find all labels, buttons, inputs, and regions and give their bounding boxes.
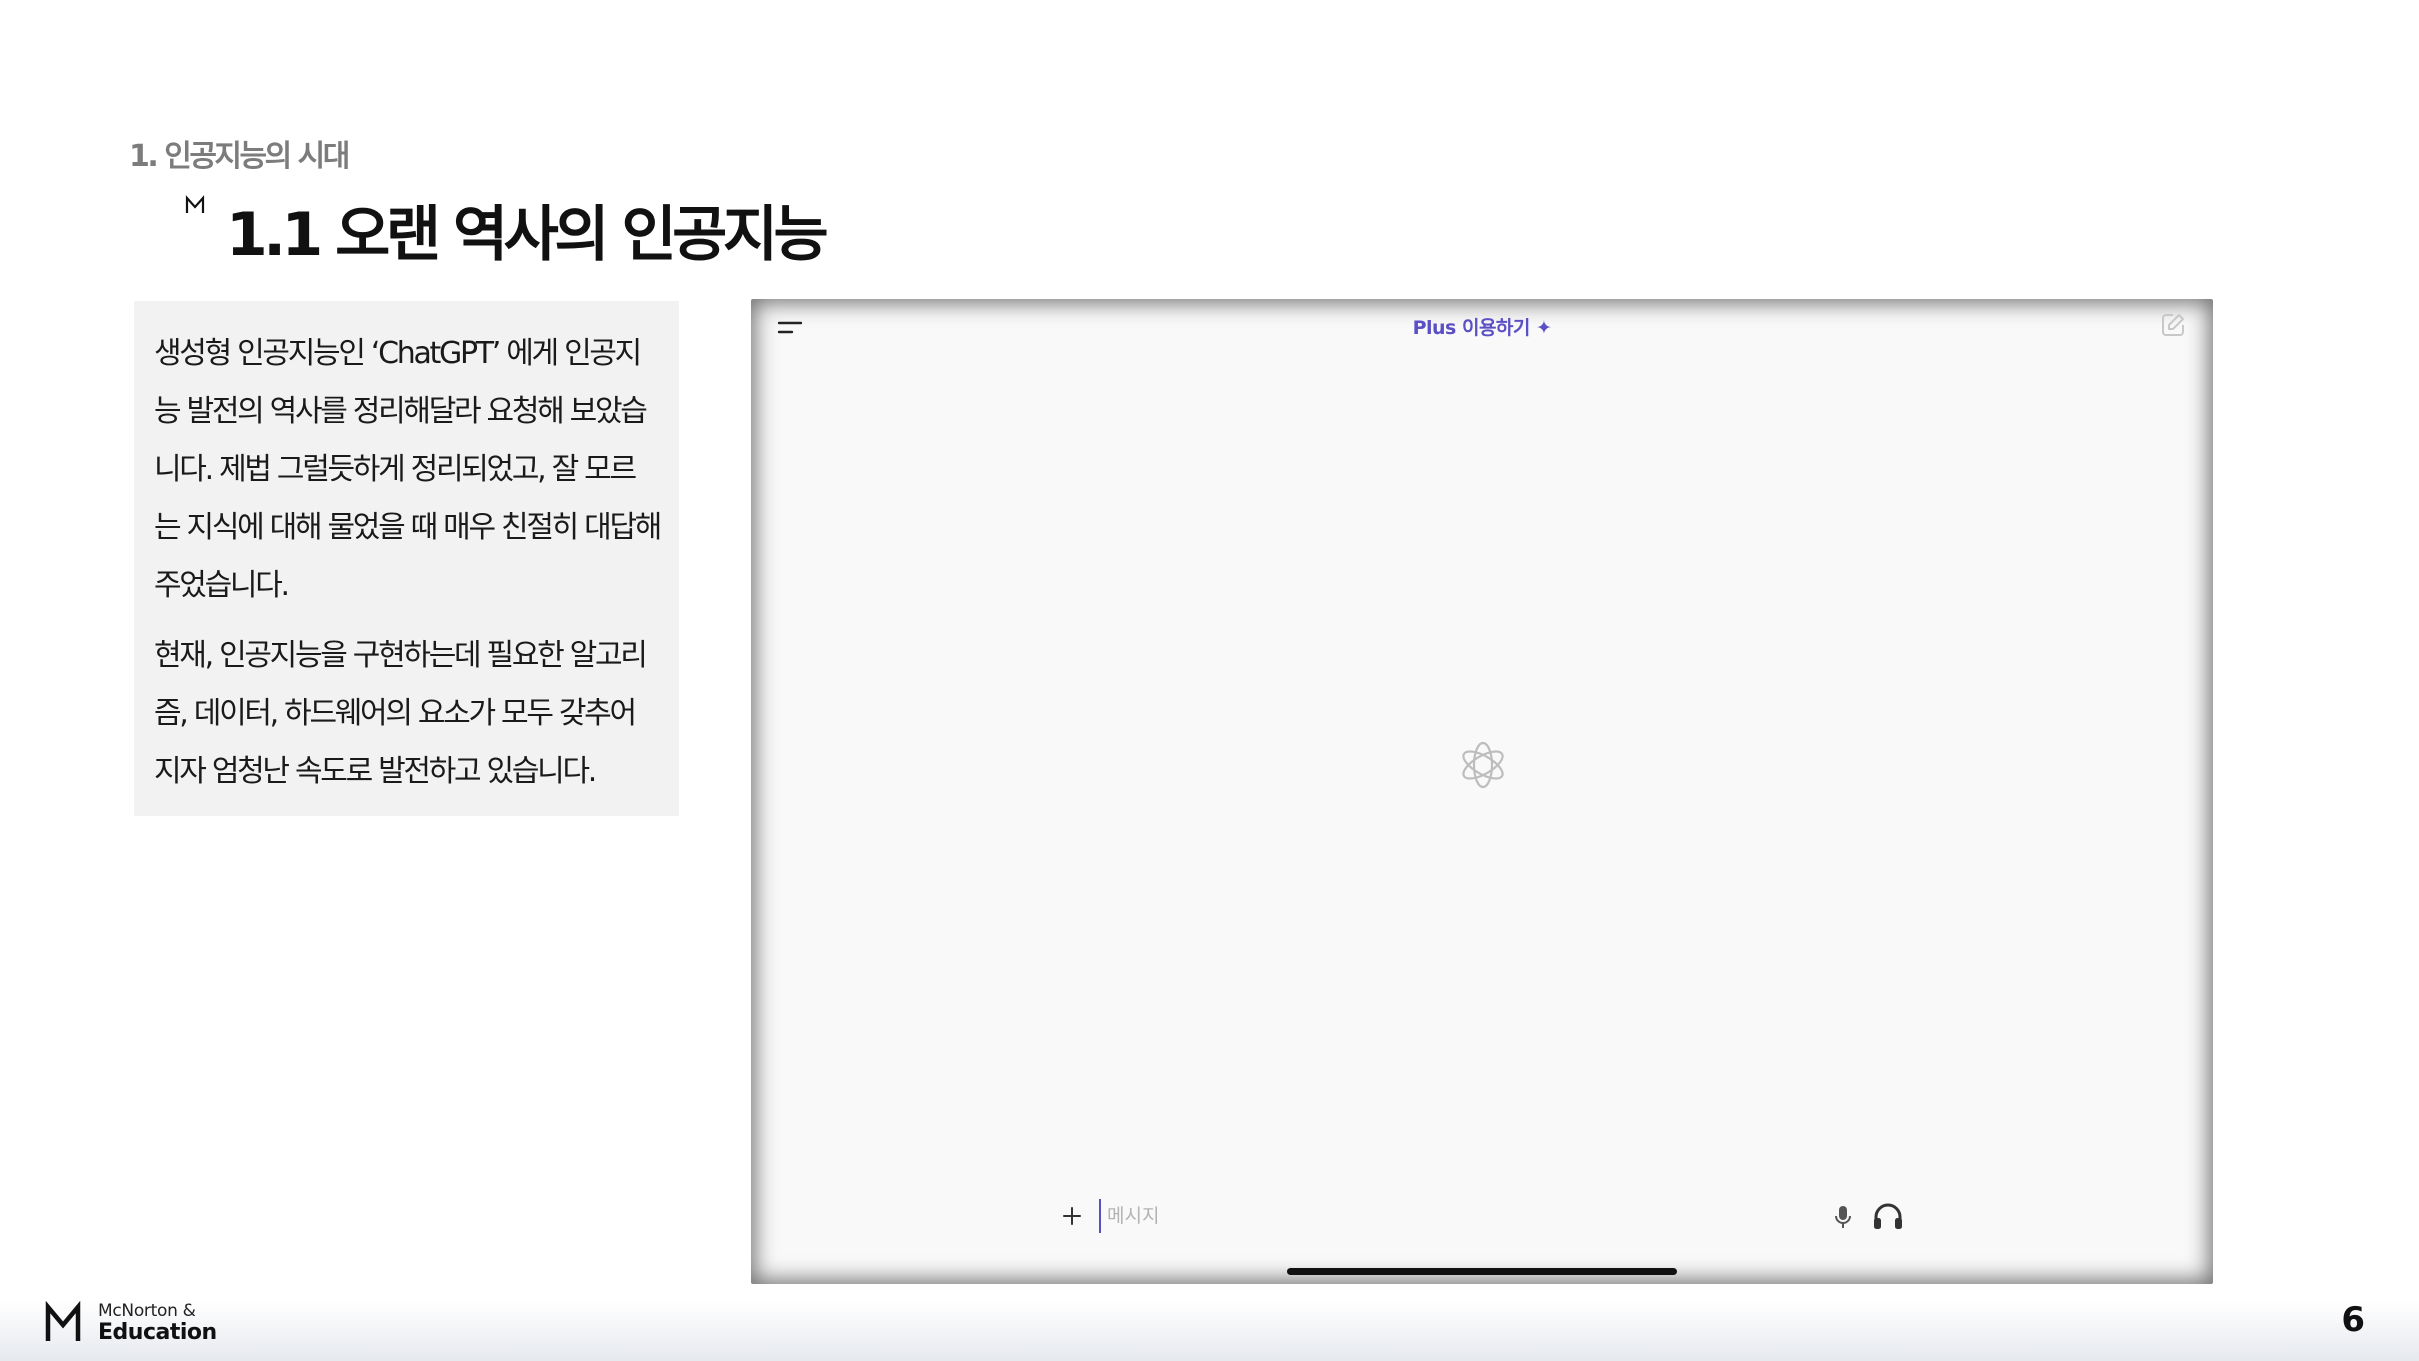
mic-icon[interactable]: [1831, 1203, 1855, 1231]
description-paragraph: 현재, 인공지능을 구현하는데 필요한 알고리 즘, 데이터, 하드웨어의 요소…: [154, 638, 648, 789]
headphones-icon[interactable]: [1871, 1201, 1905, 1233]
brand-name-line2: Education: [98, 1320, 217, 1345]
home-indicator: [1287, 1268, 1677, 1275]
page-title: 1.1 오랜 역사의 인공지능: [226, 200, 829, 270]
brand-name-line1: McNorton &: [98, 1301, 196, 1321]
openai-logo-icon: [1462, 741, 1504, 789]
message-composer: [1061, 1199, 1911, 1239]
mcnorton-logo-icon: [45, 1301, 81, 1341]
chatgpt-screenshot: Plus 이용하기 ✦: [751, 299, 2213, 1284]
description-panel: 생성형 인공지능인 ‘ChatGPT’ 에게 인공지 능 발전의 역사를 정리해…: [134, 301, 679, 816]
description-paragraph: 생성형 인공지능인 ‘ChatGPT’ 에게 인공지 능 발전의 역사를 정리해…: [154, 336, 662, 603]
plus-icon[interactable]: [1061, 1205, 1083, 1227]
footer-bar: [0, 1301, 2419, 1361]
brand-mark-icon: [185, 195, 205, 213]
edit-icon[interactable]: [2159, 311, 2187, 339]
plus-upgrade-link[interactable]: Plus 이용하기 ✦: [751, 313, 2213, 340]
message-input[interactable]: [1099, 1199, 1599, 1233]
section-label: 1. 인공지능의 시대: [129, 139, 350, 174]
page-number: 6: [2341, 1300, 2365, 1340]
